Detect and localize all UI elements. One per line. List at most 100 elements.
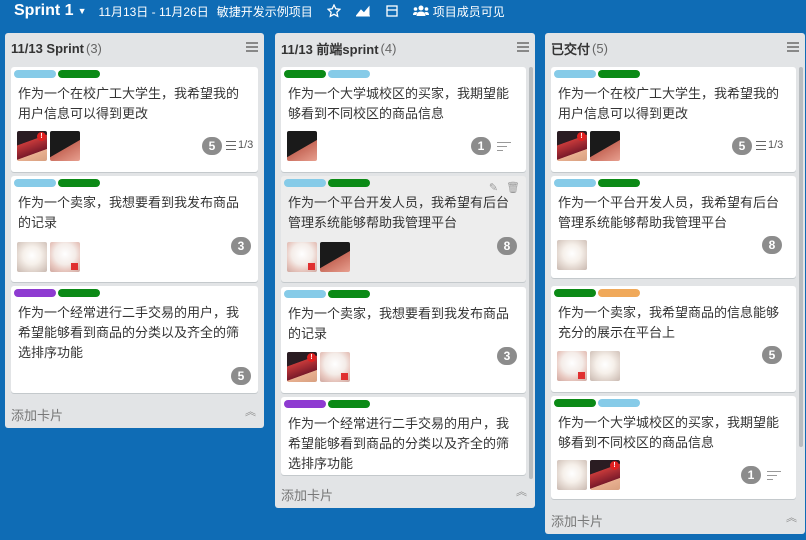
label[interactable] bbox=[284, 400, 326, 408]
collapse-icon[interactable]: ︽ bbox=[786, 513, 797, 524]
list-header[interactable]: 已交付 (5) bbox=[551, 40, 799, 57]
label[interactable] bbox=[554, 179, 596, 187]
label[interactable] bbox=[284, 179, 326, 187]
label[interactable] bbox=[598, 179, 640, 187]
label[interactable] bbox=[554, 70, 596, 78]
card[interactable]: 作为一个平台开发人员，我希望有后台管理系统能够帮助我管理平台 8 bbox=[551, 176, 796, 278]
add-card-button[interactable]: 添加卡片 bbox=[281, 485, 333, 504]
card-title: 作为一个经常进行二手交易的用户，我希望能够看到商品的分类以及齐全的筛选排序功能 bbox=[18, 305, 240, 360]
avatar[interactable] bbox=[590, 131, 620, 161]
card[interactable]: 作为一个经常进行二手交易的用户，我希望能够看到商品的分类以及齐全的筛选排序功能 bbox=[281, 397, 526, 475]
card-title: 作为一个平台开发人员，我希望有后台管理系统能够帮助我管理平台 bbox=[558, 195, 780, 230]
list-header[interactable]: 11/13 前端sprint (4) bbox=[281, 40, 529, 57]
avatar[interactable] bbox=[287, 242, 317, 272]
card-labels bbox=[284, 400, 370, 408]
star-icon[interactable] bbox=[326, 4, 341, 18]
label[interactable] bbox=[14, 289, 56, 297]
scrollbar[interactable] bbox=[529, 67, 533, 479]
list-header[interactable]: 11/13 Sprint (3) bbox=[11, 40, 258, 56]
avatar[interactable] bbox=[287, 131, 317, 161]
label[interactable] bbox=[598, 399, 640, 407]
project-link[interactable]: 敏捷开发示例项目 bbox=[217, 3, 313, 20]
label[interactable] bbox=[328, 290, 370, 298]
avatar[interactable]: ! bbox=[557, 131, 587, 161]
label[interactable] bbox=[328, 400, 370, 408]
board-title-button[interactable]: Sprint 1 ▼ bbox=[14, 2, 86, 20]
label[interactable] bbox=[284, 290, 326, 298]
card-members: ! bbox=[17, 131, 80, 161]
story-points-badge: 5 bbox=[231, 367, 251, 385]
card-members: ! bbox=[557, 460, 620, 490]
sprint-date-range: 11月13日 - 11月26日 bbox=[98, 4, 209, 19]
card-title: 作为一个大学城校区的买家，我期望能够看到不同校区的商品信息 bbox=[558, 415, 780, 450]
list-sprint: 11/13 Sprint (3) 作为一个在校广工大学生，我希望我的用户信息可以… bbox=[5, 33, 264, 428]
card[interactable]: 作为一个大学城校区的买家，我期望能够看到不同校区的商品信息 1 bbox=[281, 67, 526, 172]
avatar[interactable] bbox=[50, 131, 80, 161]
avatar[interactable] bbox=[320, 352, 350, 382]
story-points-badge: 5 bbox=[732, 137, 752, 155]
avatar[interactable] bbox=[590, 351, 620, 381]
list-count: (4) bbox=[380, 40, 397, 56]
users-icon bbox=[412, 5, 429, 16]
avatar[interactable] bbox=[17, 242, 47, 272]
label[interactable] bbox=[554, 289, 596, 297]
card-members bbox=[287, 242, 350, 272]
label[interactable] bbox=[284, 70, 326, 78]
avatar[interactable] bbox=[557, 240, 587, 270]
avatar[interactable]: ! bbox=[287, 352, 317, 382]
card[interactable]: 作为一个卖家，我想要看到我发布商品的记录 3 bbox=[11, 176, 258, 282]
story-points-badge: 1 bbox=[741, 466, 761, 484]
list-frontend-sprint: 11/13 前端sprint (4) 作为一个大学城校区的买家，我期望能够看到不… bbox=[275, 33, 535, 508]
label[interactable] bbox=[598, 289, 640, 297]
label[interactable] bbox=[58, 179, 100, 187]
card-labels bbox=[284, 290, 370, 298]
collapse-icon[interactable]: ︽ bbox=[516, 487, 527, 498]
avatar[interactable]: ! bbox=[17, 131, 47, 161]
menu-icon[interactable] bbox=[517, 42, 529, 52]
card-title: 作为一个卖家，我想要看到我发布商品的记录 bbox=[18, 195, 240, 230]
menu-icon[interactable] bbox=[246, 42, 258, 52]
panel-icon[interactable] bbox=[385, 5, 399, 17]
chart-icon[interactable] bbox=[355, 5, 371, 17]
card[interactable]: 作为一个卖家，我希望商品的信息能够充分的展示在平台上 5 bbox=[551, 286, 796, 392]
card-members bbox=[557, 240, 587, 270]
board-title: Sprint 1 bbox=[14, 2, 74, 19]
scrollbar[interactable] bbox=[799, 67, 803, 447]
card[interactable]: 作为一个卖家，我想要看到我发布商品的记录 ! 3 bbox=[281, 287, 526, 393]
board-header: Sprint 1 ▼ 11月13日 - 11月26日 敏捷开发示例项目 项目成员… bbox=[0, 0, 806, 22]
label[interactable] bbox=[328, 179, 370, 187]
list-count: (3) bbox=[85, 40, 102, 56]
card-title: 作为一个卖家，我希望商品的信息能够充分的展示在平台上 bbox=[558, 305, 780, 340]
card-labels bbox=[284, 179, 370, 187]
card[interactable]: ✎ 🗑 作为一个平台开发人员，我希望有后台管理系统能够帮助我管理平台 8 bbox=[281, 176, 526, 282]
card[interactable]: 作为一个经常进行二手交易的用户，我希望能够看到商品的分类以及齐全的筛选排序功能 … bbox=[11, 286, 258, 393]
collapse-icon[interactable]: ︽ bbox=[245, 407, 256, 418]
card[interactable]: 作为一个在校广工大学生，我希望我的用户信息可以得到更改 ! 5 1/3 bbox=[551, 67, 796, 172]
story-points-badge: 5 bbox=[202, 137, 222, 155]
label[interactable] bbox=[14, 70, 56, 78]
avatar[interactable] bbox=[557, 460, 587, 490]
list-title: 11/13 前端sprint bbox=[281, 41, 379, 57]
label[interactable] bbox=[328, 70, 370, 78]
card-labels bbox=[554, 399, 640, 407]
card-labels bbox=[14, 70, 100, 78]
add-card-button[interactable]: 添加卡片 bbox=[551, 511, 603, 530]
avatar[interactable] bbox=[320, 242, 350, 272]
menu-icon[interactable] bbox=[787, 42, 799, 52]
label[interactable] bbox=[598, 70, 640, 78]
list-delivered: 已交付 (5) 作为一个在校广工大学生，我希望我的用户信息可以得到更改 ! 5 … bbox=[545, 33, 805, 534]
avatar[interactable] bbox=[557, 351, 587, 381]
label[interactable] bbox=[58, 70, 100, 78]
avatar[interactable]: ! bbox=[590, 460, 620, 490]
label[interactable] bbox=[554, 399, 596, 407]
card[interactable]: 作为一个大学城校区的买家，我期望能够看到不同校区的商品信息 ! 1 bbox=[551, 396, 796, 499]
description-icon bbox=[497, 142, 511, 152]
label[interactable] bbox=[14, 179, 56, 187]
card[interactable]: 作为一个在校广工大学生，我希望我的用户信息可以得到更改 ! 5 1/3 bbox=[11, 67, 258, 172]
avatar[interactable] bbox=[50, 242, 80, 272]
label[interactable] bbox=[58, 289, 100, 297]
checklist-badge: 1/3 bbox=[226, 139, 253, 151]
visibility-button[interactable]: 项目成员可见 bbox=[412, 3, 505, 20]
add-card-button[interactable]: 添加卡片 bbox=[11, 405, 63, 424]
card-labels bbox=[14, 289, 100, 297]
